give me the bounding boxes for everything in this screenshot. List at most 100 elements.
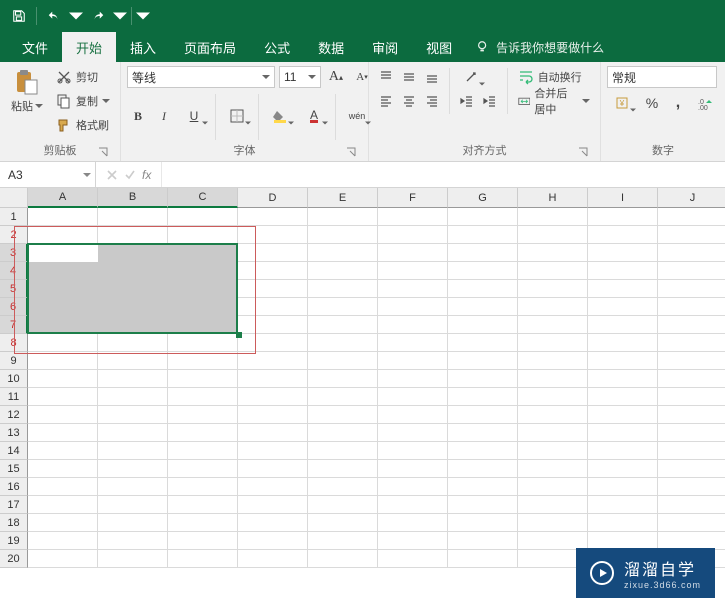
redo-dropdown[interactable] bbox=[113, 3, 127, 29]
cell[interactable] bbox=[518, 442, 588, 460]
undo-button[interactable] bbox=[41, 3, 67, 29]
cell[interactable] bbox=[518, 334, 588, 352]
orientation-button[interactable] bbox=[456, 66, 486, 88]
cell[interactable] bbox=[658, 352, 725, 370]
cell[interactable] bbox=[518, 208, 588, 226]
row-header[interactable]: 11 bbox=[0, 388, 28, 406]
tab-page-layout[interactable]: 页面布局 bbox=[170, 32, 250, 62]
tell-me-search[interactable]: 告诉我你想要做什么 bbox=[476, 32, 604, 62]
cell[interactable] bbox=[588, 334, 658, 352]
row-header[interactable]: 5 bbox=[0, 280, 28, 298]
cell[interactable] bbox=[378, 244, 448, 262]
accounting-format-button[interactable]: ¥ bbox=[607, 92, 637, 114]
format-painter-button[interactable]: 格式刷 bbox=[52, 114, 114, 136]
cell[interactable] bbox=[168, 424, 238, 442]
cell[interactable] bbox=[588, 298, 658, 316]
row-header[interactable]: 19 bbox=[0, 532, 28, 550]
cell[interactable] bbox=[238, 406, 308, 424]
increase-font-button[interactable]: A▴ bbox=[325, 66, 347, 88]
cell[interactable] bbox=[518, 424, 588, 442]
cell[interactable] bbox=[308, 406, 378, 424]
cell[interactable] bbox=[28, 496, 98, 514]
fill-handle[interactable] bbox=[236, 332, 242, 338]
column-header[interactable]: H bbox=[518, 188, 588, 208]
cell[interactable] bbox=[378, 352, 448, 370]
cell[interactable] bbox=[588, 226, 658, 244]
cell[interactable] bbox=[238, 478, 308, 496]
cell[interactable] bbox=[308, 352, 378, 370]
cell[interactable] bbox=[448, 262, 518, 280]
cell[interactable] bbox=[168, 406, 238, 424]
cell[interactable] bbox=[238, 532, 308, 550]
cell[interactable] bbox=[308, 532, 378, 550]
cell[interactable] bbox=[238, 316, 308, 334]
tab-data[interactable]: 数据 bbox=[304, 32, 358, 62]
tab-insert[interactable]: 插入 bbox=[116, 32, 170, 62]
cell[interactable] bbox=[168, 334, 238, 352]
column-header[interactable]: G bbox=[448, 188, 518, 208]
cell[interactable] bbox=[98, 424, 168, 442]
save-button[interactable] bbox=[6, 3, 32, 29]
cell[interactable] bbox=[588, 424, 658, 442]
increase-decimal-button[interactable]: .0.00 bbox=[693, 92, 715, 114]
decrease-indent-button[interactable] bbox=[456, 90, 478, 112]
tab-file[interactable]: 文件 bbox=[8, 32, 62, 62]
cell[interactable] bbox=[518, 262, 588, 280]
cell[interactable] bbox=[308, 388, 378, 406]
column-header[interactable]: F bbox=[378, 188, 448, 208]
column-header[interactable]: E bbox=[308, 188, 378, 208]
cell[interactable] bbox=[28, 406, 98, 424]
font-color-button[interactable]: A bbox=[299, 105, 329, 127]
cell[interactable] bbox=[308, 514, 378, 532]
cell[interactable] bbox=[658, 226, 725, 244]
cell[interactable] bbox=[658, 460, 725, 478]
row-header[interactable]: 9 bbox=[0, 352, 28, 370]
cell[interactable] bbox=[518, 226, 588, 244]
cell[interactable] bbox=[378, 316, 448, 334]
cell[interactable] bbox=[448, 298, 518, 316]
cell[interactable] bbox=[168, 352, 238, 370]
paste-button[interactable]: 粘贴 bbox=[6, 66, 48, 114]
cell[interactable] bbox=[378, 532, 448, 550]
cell[interactable] bbox=[168, 208, 238, 226]
cell[interactable] bbox=[588, 442, 658, 460]
tab-view[interactable]: 视图 bbox=[412, 32, 466, 62]
cell[interactable] bbox=[378, 406, 448, 424]
cell[interactable] bbox=[308, 298, 378, 316]
cell[interactable] bbox=[238, 244, 308, 262]
cell[interactable] bbox=[448, 208, 518, 226]
cell[interactable] bbox=[518, 514, 588, 532]
column-header[interactable]: J bbox=[658, 188, 725, 208]
cell[interactable] bbox=[308, 262, 378, 280]
cell[interactable] bbox=[378, 478, 448, 496]
row-header[interactable]: 7 bbox=[0, 316, 28, 334]
cell[interactable] bbox=[238, 298, 308, 316]
undo-dropdown[interactable] bbox=[69, 3, 83, 29]
cell[interactable] bbox=[588, 352, 658, 370]
cell[interactable] bbox=[168, 514, 238, 532]
row-header[interactable]: 16 bbox=[0, 478, 28, 496]
merge-center-button[interactable]: 合并后居中 bbox=[514, 90, 594, 112]
cell[interactable] bbox=[518, 352, 588, 370]
row-headers[interactable]: 1234567891011121314151617181920 bbox=[0, 208, 28, 568]
cell[interactable] bbox=[378, 334, 448, 352]
font-name-combo[interactable]: 等线 bbox=[127, 66, 275, 88]
cell[interactable] bbox=[308, 280, 378, 298]
cell[interactable] bbox=[588, 316, 658, 334]
cell[interactable] bbox=[98, 406, 168, 424]
cell[interactable] bbox=[98, 532, 168, 550]
row-header[interactable]: 18 bbox=[0, 514, 28, 532]
cell[interactable] bbox=[168, 550, 238, 568]
enter-button[interactable] bbox=[124, 169, 136, 181]
cell[interactable] bbox=[308, 334, 378, 352]
cell[interactable] bbox=[378, 460, 448, 478]
cell[interactable] bbox=[448, 244, 518, 262]
cell[interactable] bbox=[658, 514, 725, 532]
cell[interactable] bbox=[518, 280, 588, 298]
insert-function-button[interactable]: fx bbox=[142, 168, 151, 182]
cell[interactable] bbox=[168, 388, 238, 406]
cell[interactable] bbox=[168, 478, 238, 496]
cell[interactable] bbox=[238, 352, 308, 370]
cell[interactable] bbox=[518, 406, 588, 424]
alignment-dialog-launcher[interactable] bbox=[578, 147, 590, 159]
